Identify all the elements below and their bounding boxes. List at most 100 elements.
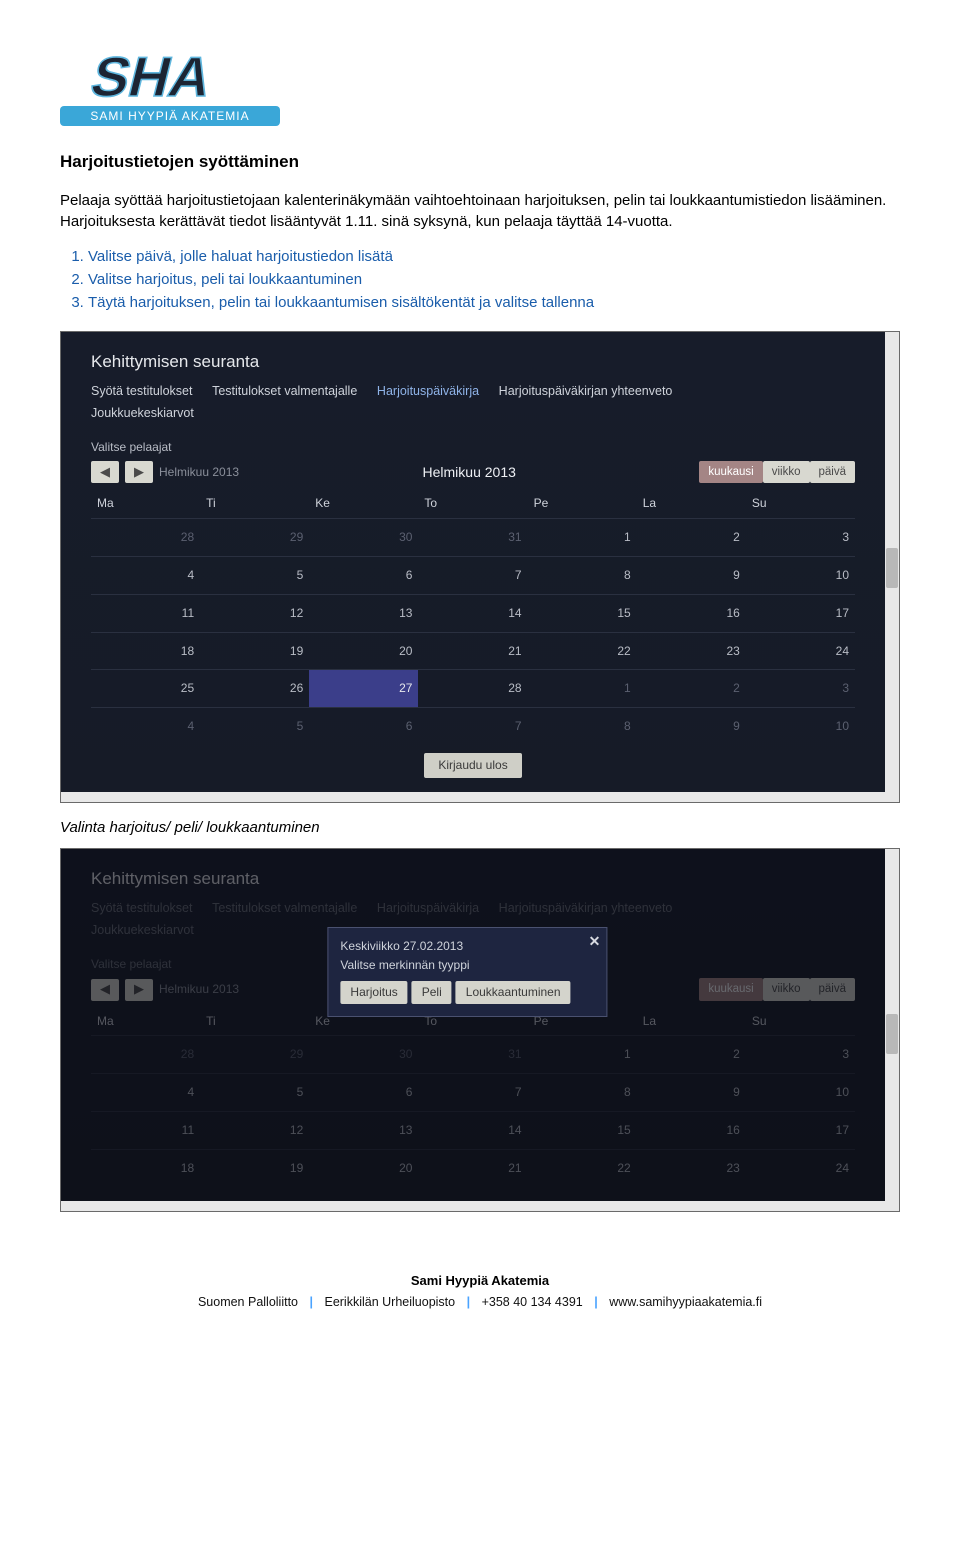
calendar-day-cell[interactable]: 2 [637, 519, 746, 557]
view-week-button[interactable]: viikko [763, 461, 810, 483]
calendar-day-cell[interactable]: 9 [637, 1074, 746, 1112]
calendar-day-cell[interactable]: 16 [637, 594, 746, 632]
calendar-day-cell[interactable]: 31 [418, 1036, 527, 1074]
view-day-button[interactable]: päivä [810, 978, 856, 1000]
calendar-day-cell[interactable]: 6 [309, 708, 418, 745]
calendar-day-cell[interactable]: 5 [200, 1074, 309, 1112]
calendar-day-cell[interactable]: 17 [746, 1111, 855, 1149]
calendar-day-cell[interactable]: 15 [528, 1111, 637, 1149]
calendar-day-cell[interactable]: 22 [528, 1149, 637, 1186]
calendar-day-cell[interactable]: 28 [91, 519, 200, 557]
calendar-day-cell[interactable]: 16 [637, 1111, 746, 1149]
calendar-day-cell[interactable]: 27 [309, 670, 418, 708]
tab-syota[interactable]: Syötä testitulokset [91, 900, 192, 918]
view-day-button[interactable]: päivä [810, 461, 856, 483]
tab-harjoituspaivakirja[interactable]: Harjoituspäiväkirja [377, 383, 479, 401]
calendar-day-cell[interactable]: 7 [418, 708, 527, 745]
calendar-day-cell[interactable]: 8 [528, 1074, 637, 1112]
calendar-day-cell[interactable]: 20 [309, 1149, 418, 1186]
calendar-day-cell[interactable]: 10 [746, 708, 855, 745]
calendar-day-cell[interactable]: 18 [91, 1149, 200, 1186]
calendar-day-cell[interactable]: 4 [91, 1074, 200, 1112]
calendar-day-cell[interactable]: 13 [309, 594, 418, 632]
popup-btn-harjoitus[interactable]: Harjoitus [340, 981, 407, 1004]
scrollbar-horizontal[interactable] [61, 792, 899, 802]
tab-yhteenveto[interactable]: Harjoituspäiväkirjan yhteenveto [499, 900, 673, 918]
view-month-button[interactable]: kuukausi [699, 461, 762, 483]
calendar-day-cell[interactable]: 12 [200, 594, 309, 632]
tab-joukkuekeskiarvot[interactable]: Joukkuekeskiarvot [91, 405, 194, 423]
calendar-day-cell[interactable]: 21 [418, 632, 527, 670]
player-select-label[interactable]: Valitse pelaajat [91, 439, 855, 456]
calendar-day-cell[interactable]: 1 [528, 519, 637, 557]
scrollbar-vertical[interactable] [885, 332, 899, 792]
calendar-day-cell[interactable]: 4 [91, 557, 200, 595]
calendar-day-cell[interactable]: 11 [91, 1111, 200, 1149]
popup-btn-peli[interactable]: Peli [412, 981, 452, 1004]
popup-btn-loukkaantuminen[interactable]: Loukkaantuminen [456, 981, 571, 1004]
calendar-day-cell[interactable]: 13 [309, 1111, 418, 1149]
calendar-day-cell[interactable]: 19 [200, 1149, 309, 1186]
calendar-day-cell[interactable]: 4 [91, 708, 200, 745]
calendar-day-cell[interactable]: 6 [309, 557, 418, 595]
calendar-day-cell[interactable]: 6 [309, 1074, 418, 1112]
calendar-day-cell[interactable]: 1 [528, 670, 637, 708]
scrollbar-thumb[interactable] [886, 1014, 898, 1054]
calendar-day-cell[interactable]: 28 [91, 1036, 200, 1074]
tab-syota[interactable]: Syötä testitulokset [91, 383, 192, 401]
calendar-day-cell[interactable]: 10 [746, 557, 855, 595]
calendar-day-cell[interactable]: 5 [200, 708, 309, 745]
tab-joukkuekeskiarvot[interactable]: Joukkuekeskiarvot [91, 922, 194, 940]
next-month-button[interactable]: ▶ [125, 461, 153, 483]
calendar-day-cell[interactable]: 23 [637, 632, 746, 670]
tab-valmentajalle[interactable]: Testitulokset valmentajalle [212, 383, 357, 401]
view-month-button[interactable]: kuukausi [699, 978, 762, 1000]
calendar-day-cell[interactable]: 12 [200, 1111, 309, 1149]
calendar-day-cell[interactable]: 11 [91, 594, 200, 632]
calendar-day-cell[interactable]: 9 [637, 557, 746, 595]
prev-month-button[interactable]: ◀ [91, 461, 119, 483]
calendar-day-cell[interactable]: 29 [200, 519, 309, 557]
prev-month-button[interactable]: ◀ [91, 979, 119, 1001]
calendar-day-cell[interactable]: 30 [309, 519, 418, 557]
calendar-day-cell[interactable]: 18 [91, 632, 200, 670]
calendar-day-cell[interactable]: 22 [528, 632, 637, 670]
tab-yhteenveto[interactable]: Harjoituspäiväkirjan yhteenveto [499, 383, 673, 401]
calendar-day-cell[interactable]: 9 [637, 708, 746, 745]
calendar-day-cell[interactable]: 24 [746, 1149, 855, 1186]
calendar-day-cell[interactable]: 2 [637, 670, 746, 708]
calendar-day-cell[interactable]: 3 [746, 519, 855, 557]
calendar-day-cell[interactable]: 30 [309, 1036, 418, 1074]
calendar-day-cell[interactable]: 28 [418, 670, 527, 708]
calendar-day-cell[interactable]: 7 [418, 1074, 527, 1112]
calendar-day-cell[interactable]: 20 [309, 632, 418, 670]
calendar-day-cell[interactable]: 14 [418, 1111, 527, 1149]
calendar-day-cell[interactable]: 23 [637, 1149, 746, 1186]
calendar-day-cell[interactable]: 24 [746, 632, 855, 670]
calendar-day-cell[interactable]: 8 [528, 708, 637, 745]
view-week-button[interactable]: viikko [763, 978, 810, 1000]
calendar-day-cell[interactable]: 14 [418, 594, 527, 632]
calendar-day-cell[interactable]: 3 [746, 670, 855, 708]
calendar-day-cell[interactable]: 7 [418, 557, 527, 595]
logout-button[interactable]: Kirjaudu ulos [424, 753, 521, 778]
calendar-day-cell[interactable]: 15 [528, 594, 637, 632]
close-icon[interactable]: ✕ [589, 932, 601, 952]
calendar-day-cell[interactable]: 2 [637, 1036, 746, 1074]
scrollbar-thumb[interactable] [886, 548, 898, 588]
scrollbar-horizontal[interactable] [61, 1201, 899, 1211]
calendar-day-cell[interactable]: 25 [91, 670, 200, 708]
calendar-day-cell[interactable]: 1 [528, 1036, 637, 1074]
calendar-day-cell[interactable]: 17 [746, 594, 855, 632]
calendar-day-cell[interactable]: 26 [200, 670, 309, 708]
calendar-day-cell[interactable]: 31 [418, 519, 527, 557]
scrollbar-vertical[interactable] [885, 849, 899, 1201]
calendar-day-cell[interactable]: 21 [418, 1149, 527, 1186]
tab-harjoituspaivakirja[interactable]: Harjoituspäiväkirja [377, 900, 479, 918]
calendar-day-cell[interactable]: 8 [528, 557, 637, 595]
calendar-day-cell[interactable]: 29 [200, 1036, 309, 1074]
calendar-day-cell[interactable]: 5 [200, 557, 309, 595]
calendar-day-cell[interactable]: 19 [200, 632, 309, 670]
calendar-day-cell[interactable]: 3 [746, 1036, 855, 1074]
next-month-button[interactable]: ▶ [125, 979, 153, 1001]
